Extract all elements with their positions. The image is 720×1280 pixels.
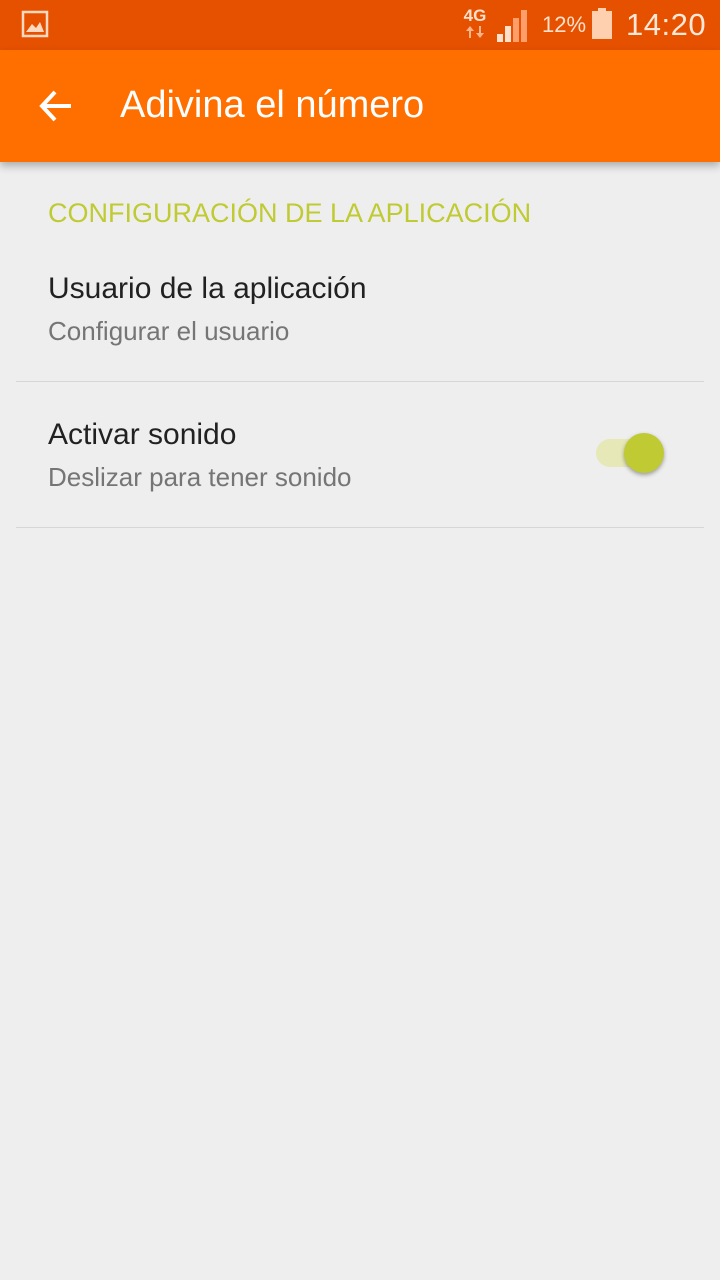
gallery-icon (21, 10, 49, 38)
clock: 14:20 (626, 7, 707, 42)
back-button[interactable] (24, 74, 88, 138)
switch-thumb (624, 433, 664, 473)
pref-item-sound[interactable]: Activar sonido Deslizar para tener sonid… (0, 380, 720, 526)
battery-percent: 12% (542, 12, 587, 37)
pref-summary: Configurar el usuario (48, 316, 290, 346)
pref-title: Activar sonido (48, 418, 237, 451)
category-header: CONFIGURACIÓN DE LA APLICACIÓN (48, 198, 532, 228)
pref-item-user[interactable]: Usuario de la aplicación Configurar el u… (0, 234, 720, 380)
arrow-back-icon (39, 90, 71, 122)
page-title: Adivina el número (120, 84, 425, 126)
status-bar: 4G 12% 14:20 (0, 0, 720, 50)
network-4g-icon: 4G (460, 6, 490, 42)
pref-title: Usuario de la aplicación (48, 272, 367, 305)
sound-toggle-switch[interactable] (592, 431, 672, 475)
app-bar: Adivina el número (0, 50, 720, 162)
pref-summary: Deslizar para tener sonido (48, 462, 352, 492)
network-type-label: 4G (463, 6, 487, 25)
divider (16, 527, 704, 528)
signal-icon (497, 10, 527, 42)
battery-icon (592, 8, 612, 39)
